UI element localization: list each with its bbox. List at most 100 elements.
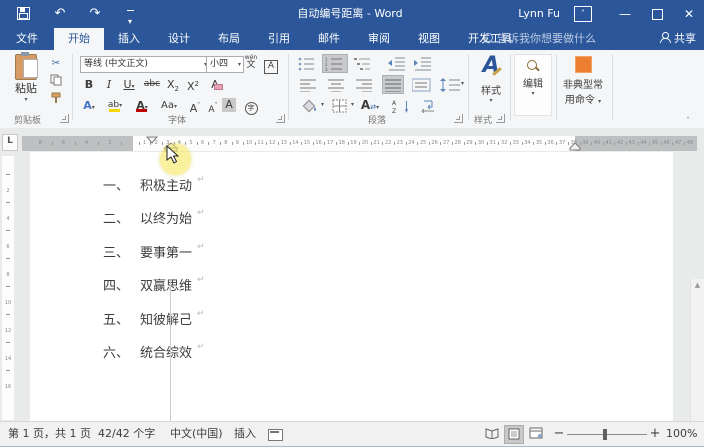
undo-button[interactable]: ↶	[49, 4, 71, 24]
web-layout-button[interactable]	[526, 425, 546, 444]
qat-customize-icon	[126, 10, 134, 11]
tab-4[interactable]: 引用	[254, 28, 304, 50]
show-marks-button[interactable]	[418, 97, 438, 114]
paste-button[interactable]: 粘贴 ▾	[8, 52, 44, 112]
numbering-button[interactable]: 1 2 3	[322, 54, 348, 73]
character-shading-button[interactable]: A	[222, 98, 236, 112]
bullets-button[interactable]	[296, 55, 316, 72]
ruler-number: 10	[4, 300, 12, 306]
save-icon	[16, 7, 30, 20]
tab-3[interactable]: 布局	[204, 28, 254, 50]
align-center-button[interactable]	[326, 76, 346, 93]
ribbon-display-options-button[interactable]: ˄	[574, 6, 592, 22]
sort-button[interactable]: AZ	[390, 97, 410, 114]
clipboard-dialog-launcher[interactable]	[60, 114, 69, 123]
copy-icon	[50, 74, 62, 86]
ruler-number: 14	[292, 140, 299, 146]
font-size-select[interactable]: 小四 ▾	[206, 56, 244, 73]
justify-button[interactable]	[382, 75, 404, 94]
enclose-characters-button[interactable]: 字	[242, 98, 260, 115]
italic-button[interactable]: I	[100, 76, 118, 93]
ruler-tick	[649, 142, 651, 145]
ruler-number: 34	[524, 140, 531, 146]
tab-0[interactable]: 开始	[54, 28, 104, 50]
cut-button[interactable]: ✂	[46, 56, 66, 71]
styles-dialog-launcher[interactable]	[496, 114, 505, 123]
subscript-button[interactable]: X2	[164, 76, 182, 93]
tab-5[interactable]: 邮件	[304, 28, 354, 50]
paragraph-dialog-launcher[interactable]	[454, 114, 463, 123]
minimize-button[interactable]: —	[610, 0, 640, 28]
copy-button[interactable]	[46, 74, 66, 89]
vertical-ruler[interactable]: 2 4 6 8 10 12 14 16	[2, 156, 14, 420]
align-left-button[interactable]	[298, 76, 318, 93]
tell-me-box[interactable]: 告诉我你想要做什么	[484, 28, 596, 50]
maximize-button[interactable]	[642, 0, 672, 28]
tab-file[interactable]: 文件	[0, 28, 54, 50]
redo-button[interactable]: ↷	[84, 4, 106, 24]
macro-record-icon[interactable]	[268, 429, 283, 441]
save-button[interactable]	[12, 4, 34, 24]
multilevel-list-button[interactable]	[352, 55, 372, 72]
strikethrough-button[interactable]: abc	[143, 76, 161, 93]
increase-indent-button[interactable]	[412, 55, 432, 72]
format-painter-button[interactable]	[46, 92, 66, 107]
font-color-button[interactable]: A▾	[133, 97, 151, 114]
bold-button[interactable]: B	[80, 76, 98, 93]
editing-button[interactable]: 编辑 ▾	[514, 54, 552, 116]
line-spacing-button[interactable]: ▾	[438, 76, 464, 93]
distribute-button[interactable]	[410, 76, 431, 93]
ruler-number: 13	[280, 140, 287, 146]
tab-6[interactable]: 审阅	[354, 28, 404, 50]
ruler-number: 44	[640, 140, 647, 146]
asian-layout-button[interactable]: A⇄▾	[358, 97, 382, 114]
zoom-level[interactable]: 100%	[666, 422, 697, 446]
share-button[interactable]: 共享	[660, 28, 696, 50]
horizontal-ruler[interactable]: 1 2 3 4 5 6 7 8 9 10 11 12 13 14 15 16 17 18 19 20 21 22 23 24 2…	[22, 136, 697, 152]
shading-button[interactable]: ▾	[300, 97, 324, 114]
align-right-button[interactable]	[354, 76, 374, 93]
change-case-button[interactable]: Aa▾	[160, 97, 178, 114]
superscript-button[interactable]: X2	[184, 76, 202, 93]
right-indent-marker[interactable]	[569, 143, 581, 151]
zoom-slider-thumb[interactable]	[603, 429, 607, 440]
insert-mode-indicator[interactable]: 插入	[234, 422, 256, 446]
character-border-button[interactable]: A	[262, 56, 280, 74]
read-mode-button[interactable]	[482, 425, 502, 444]
tab-2[interactable]: 设计	[154, 28, 204, 50]
zoom-out-button[interactable]: −	[552, 422, 566, 446]
font-dialog-launcher[interactable]	[276, 114, 285, 123]
clear-formatting-button[interactable]: A	[206, 76, 224, 93]
page-indicator[interactable]: 第 1 页，共 1 页	[8, 422, 91, 446]
close-button[interactable]: ✕	[674, 0, 704, 28]
tab-7[interactable]: 视图	[404, 28, 454, 50]
decrease-indent-button[interactable]	[386, 55, 406, 72]
text-effects-button[interactable]: A▾	[80, 97, 98, 114]
list-item-number: 三、	[103, 245, 130, 261]
tab-stop-selector[interactable]: L	[2, 134, 18, 151]
word-count[interactable]: 42/42 个字	[98, 422, 155, 446]
borders-button[interactable]: ▾	[330, 97, 354, 114]
mouse-cursor-icon	[166, 145, 180, 164]
grow-font-button[interactable]: A˄	[186, 97, 204, 115]
paragraph-group-label: 段落	[368, 116, 387, 126]
print-layout-button[interactable]	[504, 425, 524, 444]
phonetic-guide-button[interactable]: wén 文	[242, 55, 260, 72]
language-indicator[interactable]: 中文(中国)	[170, 422, 223, 446]
collapse-ribbon-button[interactable]: ˄	[686, 116, 690, 125]
custom-commands-button[interactable]: 非典型常 用命令 ▾	[560, 54, 606, 106]
zoom-slider-track[interactable]	[567, 434, 647, 435]
ruler-number: 32	[501, 140, 508, 146]
svg-text:A: A	[392, 100, 397, 107]
shrink-font-button[interactable]: A˅	[204, 97, 222, 115]
styles-button[interactable]: A 样式 ▾	[472, 54, 510, 104]
zoom-in-button[interactable]: +	[648, 422, 662, 446]
underline-button[interactable]: U▾	[120, 76, 138, 93]
qat-customize-button[interactable]: ▾	[119, 4, 141, 26]
first-line-indent-marker[interactable]	[146, 136, 158, 144]
tab-1[interactable]: 插入	[104, 28, 154, 50]
group-separator	[288, 54, 289, 120]
font-name-select[interactable]: 等线 (中文正文) ▾	[80, 56, 210, 73]
text-highlight-button[interactable]: ab▾	[106, 97, 124, 114]
user-account[interactable]: Lynn Fu	[518, 0, 560, 28]
